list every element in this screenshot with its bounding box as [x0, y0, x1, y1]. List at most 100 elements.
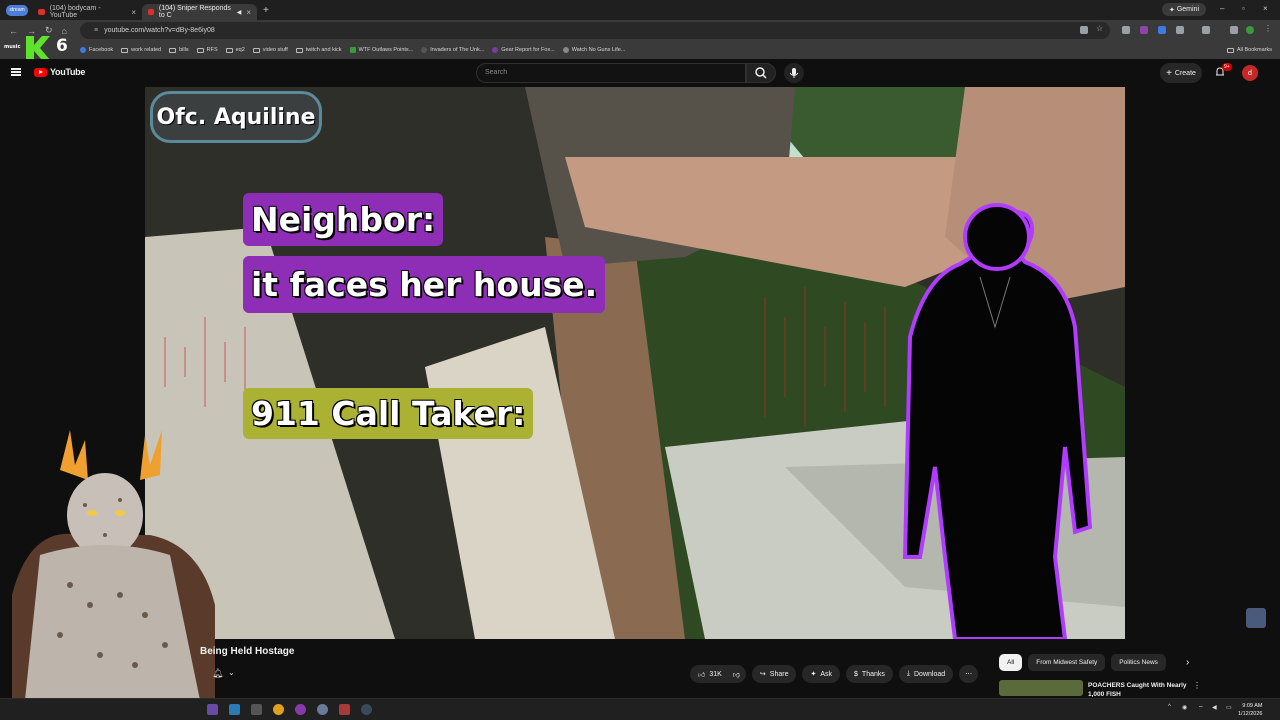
chevron-down-icon[interactable]: ⌄ [228, 668, 235, 677]
bookmark-gear-report[interactable]: Gear Report for Fox... [492, 47, 555, 53]
bookmark-star-icon[interactable]: ☆ [1096, 24, 1104, 33]
folder-icon [295, 47, 303, 53]
bookmark-bills[interactable]: bills [169, 47, 189, 53]
like-count: 31K [709, 670, 722, 678]
bookmark-twitch-and-kick[interactable]: twitch and kick [295, 47, 342, 53]
obs-icon[interactable] [295, 704, 306, 715]
recommended-video-title[interactable]: POACHERS Caught With Nearly 1,000 FISH [1088, 681, 1188, 699]
chip-all[interactable]: All [999, 654, 1023, 671]
search-input[interactable]: Search [476, 63, 746, 83]
thanks-button[interactable]: $ Thanks [846, 665, 893, 683]
bookmark-no-guns-life[interactable]: Watch No Guns Life... [562, 47, 626, 53]
url-text: youtube.com/watch?v=dBy-8e6iy08 [104, 27, 215, 34]
battery-icon[interactable]: ▭ [1226, 704, 1232, 711]
clock-time: 9:09 AM [1242, 703, 1263, 709]
like-button[interactable]: 👍︎ 31K [690, 665, 727, 683]
create-button[interactable]: + Create [1160, 63, 1202, 83]
download-label: Download [914, 670, 946, 678]
bookmark-eq2[interactable]: eq2 [225, 47, 245, 53]
close-tab-icon[interactable]: × [246, 8, 251, 17]
extension-icon[interactable] [1140, 26, 1148, 34]
puzzle-icon[interactable] [1202, 26, 1210, 34]
dislike-button[interactable]: 👎︎ [726, 665, 746, 683]
app-icon[interactable] [229, 704, 240, 715]
close-window-icon[interactable]: × [1263, 4, 1268, 13]
caption-quote: it faces her house. [243, 256, 606, 313]
browser-tab-sniper[interactable]: (104) Sniper Responds to C ◀ × [142, 4, 257, 20]
stream-tab-group[interactable]: stream [6, 4, 28, 16]
system-clock[interactable]: 9:09 AM 1/12/2026 [1238, 702, 1262, 718]
extension-icon[interactable] [1122, 26, 1130, 34]
cast-icon[interactable] [1080, 26, 1088, 34]
ask-button[interactable]: ✦ Ask [802, 665, 841, 683]
bookmark-label: work related [131, 47, 162, 53]
bookmark-label: Invaders of The Unk... [430, 47, 485, 53]
bookmark-facebook[interactable]: Facebook [80, 47, 113, 53]
bookmark-wtf-outlaws[interactable]: WTF Outlaws Points... [349, 47, 414, 53]
voice-search-button[interactable] [784, 63, 804, 83]
menu-dots-icon[interactable]: ⋮ [1264, 24, 1272, 33]
more-actions-button[interactable]: ⋯ [959, 665, 979, 683]
sidebar-icon[interactable] [1230, 26, 1238, 34]
bookmark-label: WTF Outlaws Points... [358, 47, 414, 53]
video-frame [145, 87, 1125, 639]
chip-from-midwest-safety[interactable]: From Midwest Safety [1028, 654, 1106, 671]
folder-icon [252, 47, 260, 53]
recommended-video-thumbnail[interactable] [999, 680, 1083, 696]
account-avatar[interactable]: d [1242, 65, 1258, 81]
subscribe-bell-icon[interactable]: 🔔︎ [212, 668, 223, 679]
more-vert-icon[interactable]: ⋮ [1193, 681, 1201, 690]
bookmark-label: RFS [206, 47, 218, 53]
facebook-icon [80, 47, 86, 53]
new-tab-icon[interactable]: + [263, 5, 269, 16]
chip-politics-news[interactable]: Politics News [1111, 654, 1166, 671]
all-bookmarks[interactable]: All Bookmarks [1226, 47, 1272, 53]
close-tab-icon[interactable]: × [131, 8, 136, 17]
discord-icon[interactable] [317, 704, 328, 715]
speaker-label-911-call-taker: 911 Call Taker: [243, 388, 534, 439]
extension-icon[interactable] [1176, 26, 1184, 34]
microphone-icon [789, 68, 799, 78]
download-button[interactable]: ⤓ Download [898, 665, 954, 683]
chevron-right-icon[interactable]: › [1186, 654, 1189, 671]
url-field[interactable]: ≡ youtube.com/watch?v=dBy-8e6iy08 [80, 22, 1110, 39]
network-icon[interactable]: ⌔ [1198, 704, 1204, 712]
bookmark-work-related[interactable]: work related [121, 47, 161, 53]
gemini-button[interactable]: ✦ Gemini [1162, 3, 1206, 16]
extension-icon[interactable] [1158, 26, 1166, 34]
youtube-logo[interactable]: YouTube [34, 67, 85, 77]
recommendation-chips: All From Midwest Safety Politics News › [999, 654, 1189, 671]
sparkle-icon: ✦ [1168, 6, 1175, 14]
bookmark-label: Watch No Guns Life... [571, 47, 626, 53]
game-icon[interactable] [339, 704, 350, 715]
bookmark-rfs[interactable]: RFS [196, 47, 218, 53]
more-dots-icon: ⋯ [965, 671, 973, 678]
gemini-label: Gemini [1176, 6, 1200, 13]
browser-tab-bodycam[interactable]: (104) bodycam - YouTube × [32, 4, 142, 20]
app-icon[interactable] [207, 704, 218, 715]
share-button[interactable]: ↪ Share [751, 665, 797, 683]
tray-app-icon[interactable]: ◉ [1182, 704, 1187, 711]
bookmark-video-stuff[interactable]: video stuff [252, 47, 288, 53]
tray-overflow-icon[interactable]: ^ [1168, 704, 1171, 710]
terminal-icon[interactable] [251, 704, 262, 715]
minimize-icon[interactable]: – [1220, 4, 1224, 13]
chrome-icon[interactable] [273, 704, 284, 715]
bookmark-invaders[interactable]: Invaders of The Unk... [421, 47, 484, 53]
bookmark-label: video stuff [262, 47, 288, 53]
volume-icon[interactable]: ◀ [1212, 704, 1217, 711]
settings-icon[interactable] [361, 704, 372, 715]
search-icon [755, 67, 767, 79]
speaker-icon: ◀ [236, 9, 242, 16]
hamburger-menu-icon[interactable] [11, 68, 21, 76]
profile-icon[interactable] [1246, 26, 1254, 34]
maximize-icon[interactable]: ▫ [1242, 4, 1245, 13]
video-title: Being Held Hostage [200, 646, 295, 657]
site-icon [492, 47, 499, 53]
folder-icon [121, 47, 129, 53]
tab-title: (104) bodycam - YouTube [49, 5, 101, 19]
channel-watermark-icon[interactable] [1246, 608, 1266, 628]
video-player[interactable] [145, 87, 1125, 639]
search-button[interactable] [746, 63, 776, 83]
site-info-icon[interactable]: ≡ [94, 27, 98, 34]
